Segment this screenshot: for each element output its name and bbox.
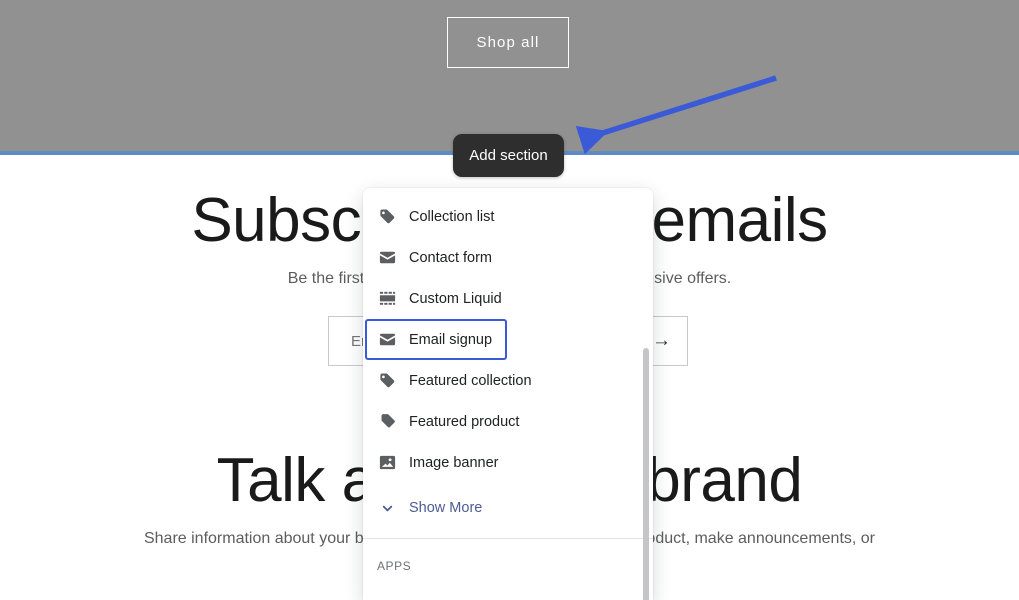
envelope-icon	[377, 248, 397, 268]
menu-item-label: Custom Liquid	[409, 290, 502, 307]
menu-item-label: Featured product	[409, 413, 520, 430]
menu-item-featured-collection[interactable]: Featured collection	[363, 360, 653, 401]
sections-menu-group: Collection list Contact form Custom Liqu…	[363, 188, 653, 532]
menu-item-label: Contact form	[409, 249, 492, 266]
screen-root: Shop all Subscribe to our emails Be the …	[0, 0, 1019, 600]
dashed-box-icon	[377, 289, 397, 309]
menu-item-featured-product[interactable]: Featured product	[363, 401, 653, 442]
menu-item-label: Image banner	[409, 454, 499, 471]
menu-item-contact-form[interactable]: Contact form	[363, 237, 653, 278]
apps-empty-message: No app blocks found	[363, 573, 653, 600]
menu-item-label: Collection list	[409, 208, 495, 225]
menu-item-custom-liquid[interactable]: Custom Liquid	[363, 278, 653, 319]
menu-item-collection-list[interactable]: Collection list	[363, 196, 653, 237]
hero-section-preview: Shop all	[0, 0, 1019, 151]
collection-tag-icon	[377, 371, 397, 391]
shop-all-label: Shop all	[476, 34, 540, 51]
menu-item-label: Featured collection	[409, 372, 532, 389]
add-section-button[interactable]: Add section	[453, 134, 564, 177]
price-tag-icon	[377, 412, 397, 432]
show-more-button[interactable]: Show More	[363, 488, 653, 528]
menu-item-label: Email signup	[409, 331, 493, 348]
popover-scrollbar[interactable]	[643, 348, 649, 600]
apps-group-heading: APPS	[377, 559, 412, 573]
add-section-popover: Collection list Contact form Custom Liqu…	[363, 188, 653, 600]
show-more-label: Show More	[409, 500, 483, 516]
apps-menu-group: APPS No app blocks found	[363, 539, 653, 600]
arrow-right-icon: →	[652, 330, 671, 351]
collection-tag-icon	[377, 207, 397, 227]
shop-all-button[interactable]: Shop all	[447, 17, 569, 68]
chevron-down-icon	[377, 498, 397, 518]
image-icon	[377, 453, 397, 473]
add-section-label: Add section	[469, 147, 548, 164]
menu-item-email-signup[interactable]: Email signup	[365, 319, 507, 360]
menu-item-image-banner[interactable]: Image banner	[363, 442, 653, 483]
popover-scroll-area: Collection list Contact form Custom Liqu…	[363, 188, 653, 600]
envelope-icon	[377, 330, 397, 350]
